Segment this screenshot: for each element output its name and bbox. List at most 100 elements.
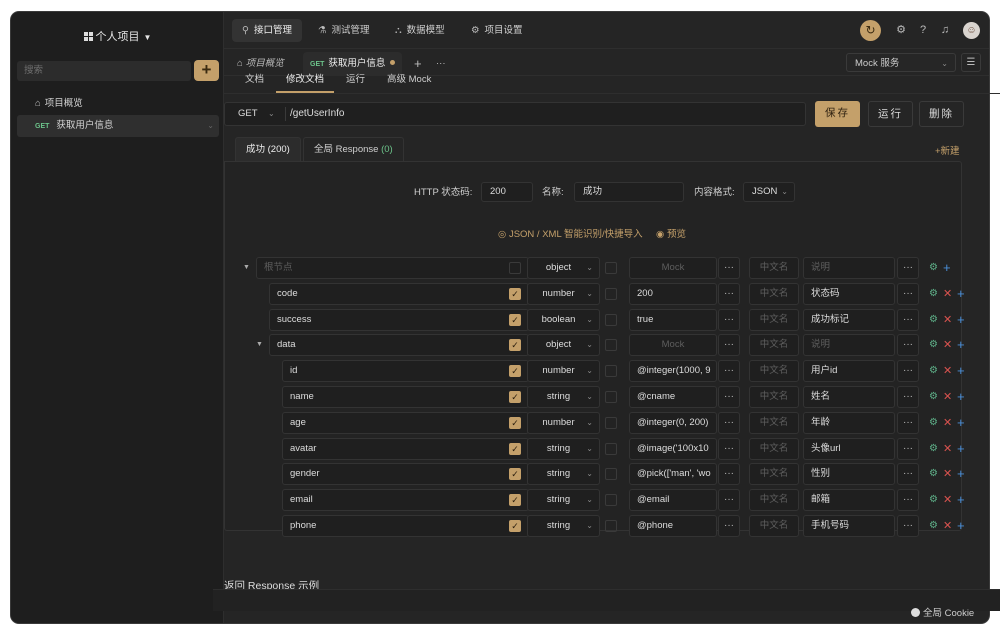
add-icon[interactable]: + <box>957 283 965 305</box>
nav-api-management[interactable]: ⚲ 接口管理 <box>232 19 302 42</box>
field-name-input[interactable]: id <box>282 360 529 382</box>
bell-icon[interactable]: ♫ <box>938 23 952 37</box>
chinese-name-input[interactable]: 中文名 <box>749 334 799 356</box>
field-name-input[interactable]: success <box>269 309 529 331</box>
add-icon[interactable]: + <box>943 257 951 279</box>
tab-success-200[interactable]: 成功 (200) <box>235 137 301 161</box>
mock-input[interactable]: @phone <box>629 515 717 537</box>
description-input[interactable]: 头像url <box>803 438 895 460</box>
add-icon[interactable]: + <box>957 515 965 537</box>
settings-icon[interactable]: ⚙ <box>929 257 938 279</box>
description-input[interactable]: 年龄 <box>803 412 895 434</box>
more-button[interactable]: ··· <box>897 489 919 511</box>
delete-icon[interactable]: ✕ <box>943 360 952 382</box>
more-button[interactable]: ··· <box>897 334 919 356</box>
nav-data-model[interactable]: ⛬ 数据模型 <box>385 19 455 42</box>
nullable-checkbox[interactable] <box>605 365 617 377</box>
description-input[interactable]: 性别 <box>803 463 895 485</box>
settings-icon[interactable]: ⚙ <box>929 515 938 537</box>
settings-icon[interactable]: ⚙ <box>894 23 908 37</box>
type-select[interactable]: object ⌄ <box>527 257 600 279</box>
nullable-checkbox[interactable] <box>605 288 617 300</box>
nullable-checkbox[interactable] <box>605 417 617 429</box>
settings-icon[interactable]: ⚙ <box>929 438 938 460</box>
chinese-name-input[interactable]: 中文名 <box>749 257 799 279</box>
add-icon[interactable]: + <box>957 463 965 485</box>
status-input[interactable]: 200 <box>481 182 533 202</box>
delete-icon[interactable]: ✕ <box>943 386 952 408</box>
field-name-input[interactable]: phone <box>282 515 529 537</box>
sync-icon[interactable]: ↻ <box>860 20 881 41</box>
required-checkbox[interactable]: ✓ <box>509 365 521 377</box>
nullable-checkbox[interactable] <box>605 391 617 403</box>
global-cookie-button[interactable]: 全局 Cookie <box>911 605 974 619</box>
mock-more-button[interactable]: ··· <box>718 438 740 460</box>
description-input[interactable]: 姓名 <box>803 386 895 408</box>
field-name-input[interactable]: avatar <box>282 438 529 460</box>
required-checkbox[interactable]: ✓ <box>509 288 521 300</box>
mock-input[interactable]: 200 <box>629 283 717 305</box>
add-icon[interactable]: + <box>957 489 965 511</box>
required-checkbox[interactable]: ✓ <box>509 314 521 326</box>
more-button[interactable]: ··· <box>897 515 919 537</box>
mock-more-button[interactable]: ··· <box>718 360 740 382</box>
mock-input[interactable]: @image('100x10 <box>629 438 717 460</box>
mock-service-select[interactable]: Mock 服务 ⌄ <box>846 53 956 72</box>
type-select[interactable]: string ⌄ <box>527 463 600 485</box>
subtab-run[interactable]: 运行 <box>336 67 375 93</box>
subtab-edit-docs[interactable]: 修改文档 <box>276 67 335 93</box>
nullable-checkbox[interactable] <box>605 520 617 532</box>
subtab-docs[interactable]: 文档 <box>235 67 274 93</box>
chinese-name-input[interactable]: 中文名 <box>749 515 799 537</box>
required-checkbox[interactable]: ✓ <box>509 339 521 351</box>
more-button[interactable]: ··· <box>897 412 919 434</box>
mock-input[interactable]: @pick(['man', 'wo <box>629 463 717 485</box>
required-checkbox[interactable]: ✓ <box>509 468 521 480</box>
chinese-name-input[interactable]: 中文名 <box>749 309 799 331</box>
type-select[interactable]: boolean ⌄ <box>527 309 600 331</box>
type-select[interactable]: number ⌄ <box>527 360 600 382</box>
chinese-name-input[interactable]: 中文名 <box>749 386 799 408</box>
description-input[interactable]: 成功标记 <box>803 309 895 331</box>
required-checkbox[interactable] <box>509 262 521 274</box>
field-name-input[interactable]: age <box>282 412 529 434</box>
mock-more-button[interactable]: ··· <box>718 463 740 485</box>
nullable-checkbox[interactable] <box>605 443 617 455</box>
chinese-name-input[interactable]: 中文名 <box>749 463 799 485</box>
delete-icon[interactable]: ✕ <box>943 412 952 434</box>
add-icon[interactable]: + <box>957 309 965 331</box>
delete-icon[interactable]: ✕ <box>943 283 952 305</box>
list-icon[interactable]: ☰ <box>961 53 981 72</box>
chinese-name-input[interactable]: 中文名 <box>749 438 799 460</box>
settings-icon[interactable]: ⚙ <box>929 463 938 485</box>
mock-more-button[interactable]: ··· <box>718 334 740 356</box>
path-input[interactable]: /getUserInfo <box>290 103 344 125</box>
settings-icon[interactable]: ⚙ <box>929 334 938 356</box>
description-input[interactable]: 邮箱 <box>803 489 895 511</box>
chinese-name-input[interactable]: 中文名 <box>749 412 799 434</box>
required-checkbox[interactable]: ✓ <box>509 391 521 403</box>
mock-more-button[interactable]: ··· <box>718 309 740 331</box>
settings-icon[interactable]: ⚙ <box>929 386 938 408</box>
description-input[interactable]: 状态码 <box>803 283 895 305</box>
avatar[interactable]: ☺ <box>963 22 980 39</box>
chinese-name-input[interactable]: 中文名 <box>749 283 799 305</box>
mock-more-button[interactable]: ··· <box>718 386 740 408</box>
type-select[interactable]: string ⌄ <box>527 438 600 460</box>
add-icon[interactable]: + <box>957 438 965 460</box>
save-button[interactable]: 保存 <box>815 101 860 127</box>
nav-test-management[interactable]: ⚗ 测试管理 <box>308 19 380 42</box>
tab-global-response[interactable]: 全局 Response (0) <box>303 137 404 161</box>
more-button[interactable]: ··· <box>897 309 919 331</box>
description-input[interactable]: 说明 <box>803 334 895 356</box>
add-icon[interactable]: + <box>957 360 965 382</box>
type-select[interactable]: object ⌄ <box>527 334 600 356</box>
delete-icon[interactable]: ✕ <box>943 489 952 511</box>
required-checkbox[interactable]: ✓ <box>509 417 521 429</box>
run-button[interactable]: 运行 <box>868 101 913 127</box>
settings-icon[interactable]: ⚙ <box>929 489 938 511</box>
type-select[interactable]: number ⌄ <box>527 283 600 305</box>
description-input[interactable]: 手机号码 <box>803 515 895 537</box>
more-button[interactable]: ··· <box>897 283 919 305</box>
field-name-input[interactable]: 根节点 <box>256 257 529 279</box>
